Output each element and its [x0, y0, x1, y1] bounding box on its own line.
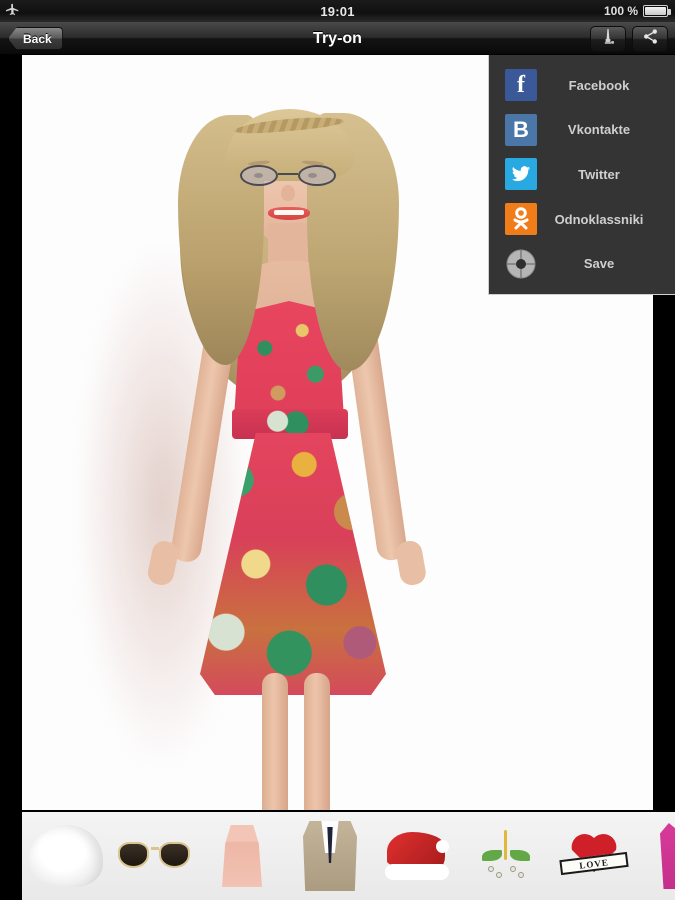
glasses-lens-left: [240, 165, 278, 186]
dress-thumb-icon: [222, 825, 262, 887]
share-item-label: Vkontakte: [567, 122, 631, 138]
monument-icon: [600, 28, 616, 51]
accessory-thumbnail-strip[interactable]: LOVE: [22, 812, 675, 900]
wig-thumb-icon: [29, 825, 103, 887]
model-nose: [281, 185, 295, 201]
battery-full-icon: [643, 5, 671, 17]
vkontakte-icon: B: [505, 113, 537, 146]
save-disc-icon: [505, 248, 537, 280]
model-hand-left: [145, 538, 181, 588]
share-item-label: Save: [583, 256, 615, 272]
battery-percent-label: 100 %: [603, 4, 638, 18]
model-leg-left: [262, 673, 288, 810]
share-item-label: Twitter: [578, 166, 620, 182]
model-teeth: [274, 210, 304, 215]
share-item-label: Facebook: [568, 77, 630, 93]
share-item-twitter[interactable]: Twitter: [489, 153, 675, 195]
thumbnail-heart-tattoo[interactable]: LOVE: [550, 812, 638, 900]
thumbnail-santa-hat[interactable]: [374, 812, 462, 900]
status-clock: 19:01: [320, 3, 355, 19]
thumbnail-mistletoe[interactable]: [462, 812, 550, 900]
model-hand-right: [394, 539, 428, 587]
share-item-save[interactable]: Save: [489, 243, 675, 285]
app-root: 19:01 100 % Back Try-on f Facebook B Vko…: [0, 0, 675, 900]
share-button[interactable]: [632, 26, 668, 52]
model-leg-right: [304, 673, 330, 810]
thumbnail-tank-top[interactable]: [638, 812, 675, 900]
heart-tattoo-thumb-icon: LOVE: [559, 830, 629, 882]
thumbnail-suit[interactable]: [286, 812, 374, 900]
share-item-facebook[interactable]: f Facebook: [489, 64, 675, 106]
twitter-icon: [505, 158, 537, 191]
dress-skirt: [200, 433, 386, 695]
facebook-icon: f: [505, 69, 537, 102]
santa-hat-thumb-icon: [385, 832, 451, 880]
page-title: Try-on: [313, 30, 362, 47]
glasses-overlay: [240, 165, 336, 187]
status-right: 100 %: [603, 4, 671, 18]
nav-bar-actions: [590, 26, 668, 52]
mistletoe-thumb-icon: [480, 830, 532, 882]
landmark-button[interactable]: [590, 26, 626, 52]
glasses-bridge: [278, 173, 298, 175]
sunglasses-thumb-icon: [118, 842, 190, 870]
share-icon: [642, 28, 659, 50]
thumbnail-dress[interactable]: [198, 812, 286, 900]
status-bar: 19:01 100 %: [0, 0, 675, 22]
share-item-vkontakte[interactable]: B Vkontakte: [489, 109, 675, 151]
suit-thumb-icon: [303, 821, 357, 891]
nav-bar: Back Try-on: [0, 22, 675, 55]
thumbnail-wig[interactable]: [22, 812, 110, 900]
tank-top-thumb-icon: [660, 823, 675, 889]
thumbnail-sunglasses[interactable]: [110, 812, 198, 900]
share-item-odnoklassniki[interactable]: Odnoklassniki: [489, 198, 675, 240]
share-panel: f Facebook B Vkontakte Twitter Odnoklass…: [488, 55, 675, 295]
share-item-label: Odnoklassniki: [554, 211, 644, 227]
odnoklassniki-icon: [505, 203, 537, 236]
glasses-lens-right: [298, 165, 336, 186]
